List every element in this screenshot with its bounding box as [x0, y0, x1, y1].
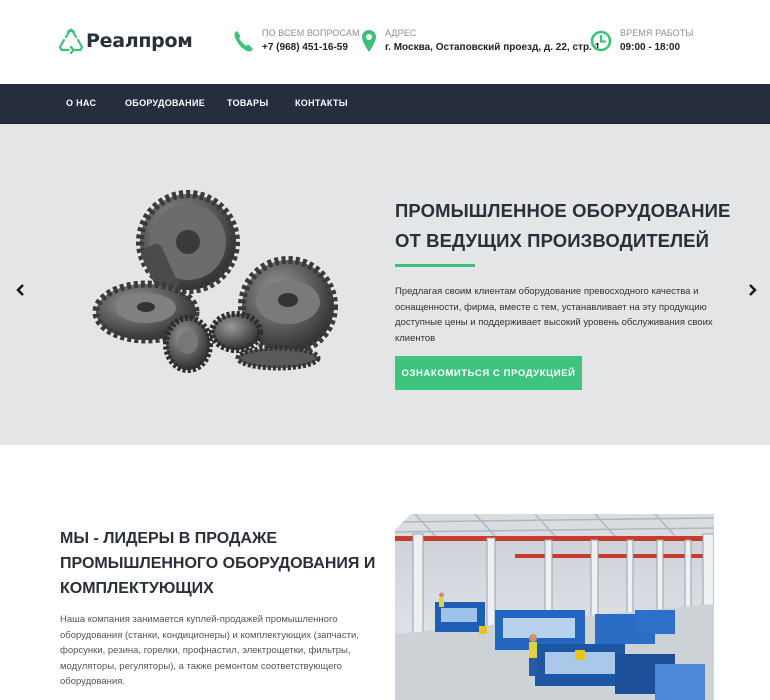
hours-caption: ВРЕМЯ РАБОТЫ [620, 28, 694, 38]
chevron-right-icon[interactable] [747, 282, 759, 298]
hours-block: ВРЕМЯ РАБОТЫ 09:00 - 18:00 [590, 28, 693, 54]
hero-divider [395, 264, 475, 267]
chevron-left-icon[interactable] [14, 282, 26, 298]
phone-number[interactable]: +7 (968) 451-16-59 [262, 42, 360, 54]
nav-item-equipment[interactable]: ОБОРУДОВАНИЕ [125, 98, 205, 108]
phone-icon [234, 31, 253, 52]
hero-title: ПРОМЫШЛЕННОЕ ОБОРУДОВАНИЕ ОТ ВЕДУЩИХ ПРО… [395, 196, 730, 256]
phone-block: ПО ВСЕМ ВОПРОСАМ +7 (968) 451-16-59 [232, 28, 360, 54]
nav-item-contacts[interactable]: КОНТАКТЫ [295, 98, 348, 108]
brand-name: Реалпром [86, 30, 193, 52]
logo[interactable]: Реалпром [58, 28, 193, 54]
address-value: г. Москва, Остаповский проезд, д. 22, ст… [385, 42, 601, 53]
hero-title-line2: ОТ ВЕДУЩИХ ПРОИЗВОДИТЕЛЕЙ [395, 230, 710, 251]
map-pin-icon [362, 30, 376, 52]
view-products-button[interactable]: ОЗНАКОМИТЬСЯ С ПРОДУКЦИЕЙ [395, 356, 582, 390]
about-title-line3: КОМПЛЕКТУЮЩИХ [60, 580, 214, 597]
hero-slider: ПРОМЫШЛЕННОЕ ОБОРУДОВАНИЕ ОТ ВЕДУЩИХ ПРО… [0, 124, 770, 445]
recycle-logo-icon [58, 28, 84, 54]
about-description: Наша компания занимается куплей-продажей… [60, 614, 359, 687]
address-block: АДРЕС г. Москва, Остаповский проезд, д. … [361, 28, 600, 54]
site-header: Реалпром ПО ВСЕМ ВОПРОСАМ +7 (968) 451-1… [0, 0, 770, 84]
main-nav: О НАС ОБОРУДОВАНИЕ ТОВАРЫ КОНТАКТЫ [0, 84, 770, 124]
factory-image [395, 514, 714, 700]
phone-caption: ПО ВСЕМ ВОПРОСАМ [262, 28, 360, 38]
clock-icon [590, 30, 612, 52]
about-title-line2: ПРОМЫШЛЕННОГО ОБОРУДОВАНИЯ И [60, 555, 376, 572]
nav-item-products[interactable]: ТОВАРЫ [227, 98, 268, 108]
hero-description: Предлагая своим клиентам оборудование пр… [395, 286, 713, 344]
about-title: МЫ - ЛИДЕРЫ В ПРОДАЖЕ ПРОМЫШЛЕННОГО ОБОР… [60, 526, 375, 601]
about-title-line1: МЫ - ЛИДЕРЫ В ПРОДАЖЕ [60, 530, 278, 547]
address-caption: АДРЕС [385, 28, 417, 38]
hours-value: 09:00 - 18:00 [620, 42, 681, 53]
gears-image [92, 190, 338, 373]
nav-item-about[interactable]: О НАС [66, 98, 96, 108]
hero-title-line1: ПРОМЫШЛЕННОЕ ОБОРУДОВАНИЕ [395, 200, 731, 221]
